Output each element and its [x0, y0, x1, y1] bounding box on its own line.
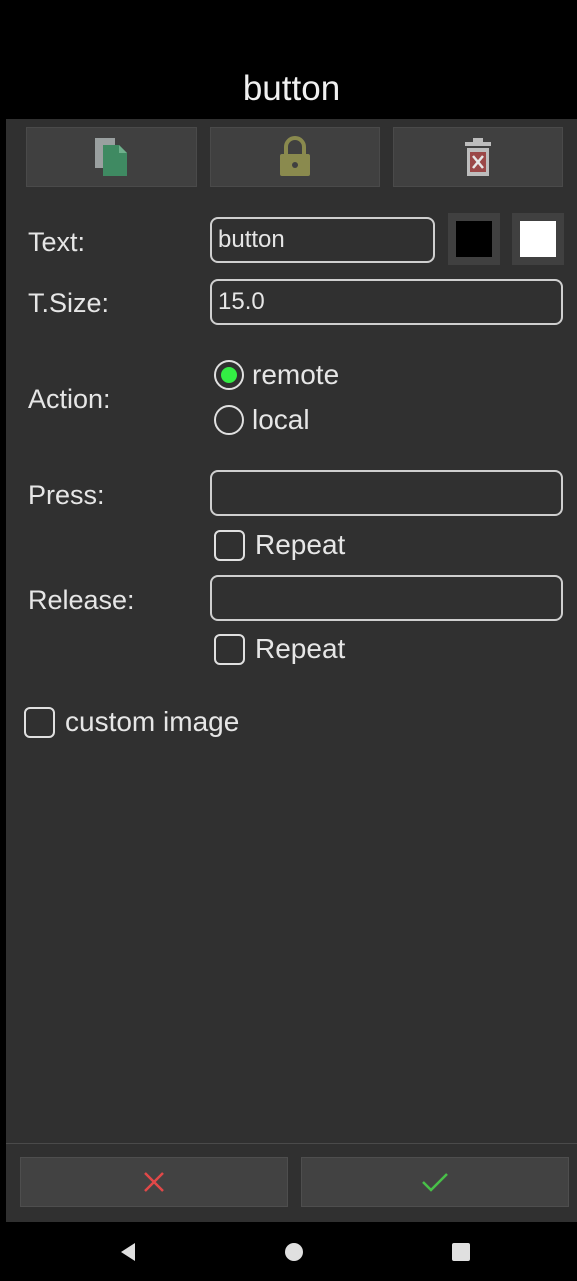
custom-image-label: custom image	[65, 706, 240, 737]
footer-divider	[6, 1143, 577, 1144]
press-label: Press:	[28, 480, 105, 510]
release-input[interactable]	[210, 575, 563, 621]
system-navigation-bar	[0, 1222, 577, 1281]
custom-image-checkbox[interactable]: custom image	[24, 706, 239, 738]
recents-button[interactable]	[441, 1236, 481, 1268]
radio-button-selected	[214, 360, 244, 390]
dialog-header: button	[6, 60, 577, 118]
recents-icon	[452, 1243, 470, 1261]
release-label: Release:	[28, 585, 135, 615]
text-color-white-button[interactable]	[512, 213, 564, 265]
release-repeat-label: Repeat	[255, 633, 346, 664]
release-repeat-checkbox[interactable]: Repeat	[214, 633, 345, 665]
checkbox-box	[214, 633, 245, 665]
tsize-label: T.Size:	[28, 288, 110, 318]
action-local-radio[interactable]: local	[214, 404, 310, 436]
text-label: Text:	[28, 227, 86, 257]
press-input[interactable]	[210, 470, 563, 516]
delete-icon	[465, 138, 491, 176]
dialog-title: button	[242, 69, 341, 108]
home-button[interactable]	[274, 1236, 314, 1268]
checkbox-box	[214, 529, 245, 561]
radio-label-local: local	[252, 404, 310, 435]
edit-button-dialog: button Text: button T.Size: 15.0 Action:…	[6, 0, 577, 1222]
action-label: Action:	[28, 384, 111, 414]
tsize-input[interactable]	[210, 279, 563, 325]
dialog-body: Text: T.Size: Action: remote local Press…	[6, 119, 577, 1222]
radio-button	[214, 405, 244, 435]
press-repeat-checkbox[interactable]: Repeat	[214, 529, 345, 561]
check-icon	[422, 1173, 448, 1192]
black-color-swatch	[456, 221, 492, 257]
radio-label-remote: remote	[252, 359, 340, 390]
copy-icon	[94, 138, 127, 176]
text-color-black-button[interactable]	[448, 213, 500, 265]
back-icon	[121, 1243, 135, 1261]
home-icon	[285, 1243, 303, 1261]
back-button[interactable]	[107, 1236, 147, 1268]
copy-button[interactable]	[26, 127, 197, 187]
press-repeat-label: Repeat	[255, 529, 346, 560]
white-color-swatch	[520, 221, 556, 257]
checkbox-box	[24, 706, 55, 738]
confirm-button[interactable]	[301, 1157, 569, 1207]
lock-button[interactable]	[210, 127, 380, 187]
close-icon	[144, 1172, 164, 1192]
cancel-button[interactable]	[20, 1157, 288, 1207]
lock-icon	[280, 136, 310, 176]
action-remote-radio[interactable]: remote	[214, 359, 339, 391]
text-input[interactable]	[210, 217, 435, 263]
delete-button[interactable]	[393, 127, 563, 187]
